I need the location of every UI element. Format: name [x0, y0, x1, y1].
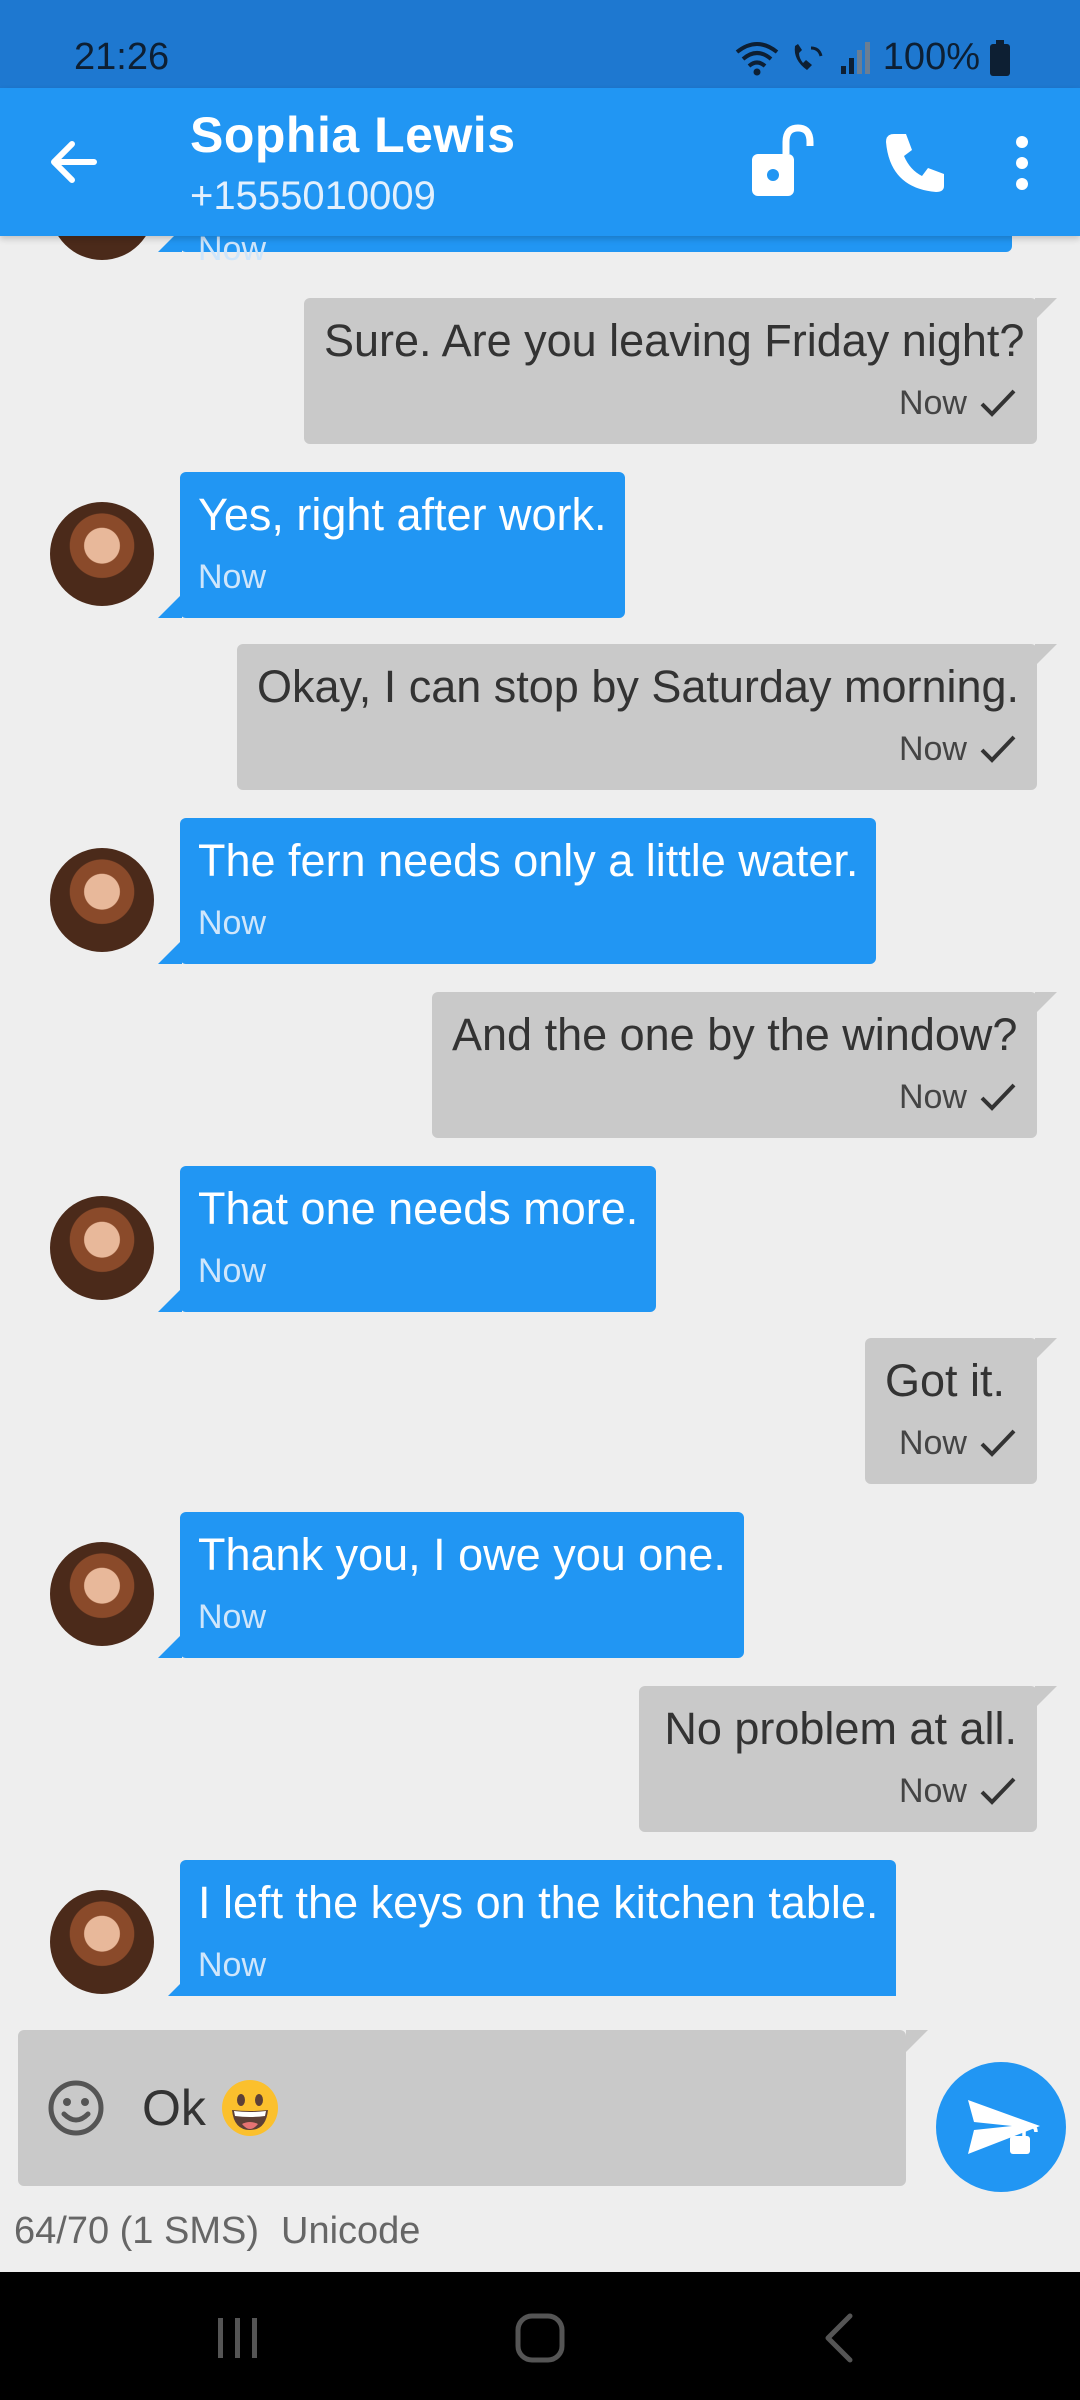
status-bar: 21:26 100% [0, 0, 1080, 88]
compose-box[interactable]: Ok [18, 2030, 928, 2186]
contact-avatar[interactable] [50, 1196, 154, 1300]
smiley-icon [48, 2080, 104, 2136]
message-time: Now [898, 1424, 967, 1462]
check-icon [980, 389, 1016, 417]
encryption-button[interactable] [748, 124, 814, 200]
signal-icon [840, 41, 870, 74]
contact-name[interactable]: Sophia Lewis [190, 106, 516, 164]
send-icon [968, 2100, 1040, 2154]
check-icon [980, 1777, 1016, 1805]
message-time: Now [198, 1946, 267, 1984]
more-options-button[interactable] [1000, 128, 1044, 198]
message-incoming[interactable]: Thank you, I owe you one. Now [158, 1512, 744, 1658]
battery-percent: 100% [882, 36, 980, 78]
message-text: Sure. Are you leaving Friday night? [324, 315, 1025, 366]
message-time: Now [198, 904, 267, 942]
message-outgoing[interactable]: And the one by the window? Now [432, 992, 1057, 1138]
sms-count: 64/70 (1 SMS) [14, 2210, 259, 2252]
home-icon [515, 2313, 565, 2363]
message-time: Now [898, 730, 967, 768]
message-meta: Now [452, 1070, 1017, 1124]
message-incoming[interactable]: Yes, right after work. Now [158, 472, 625, 618]
message-text: The fern needs only a little water. [198, 835, 859, 886]
message-input[interactable]: Ok [142, 2070, 842, 2146]
more-vertical-icon [1016, 136, 1028, 190]
app-bar: Sophia Lewis +1555010009 [0, 88, 1080, 236]
message-meta: Now [324, 376, 1017, 430]
message-incoming[interactable]: That one needs more. Now [157, 1166, 657, 1312]
arrow-left-icon [51, 141, 97, 183]
message-time: Now [198, 1252, 267, 1290]
grinning-emoji [220, 2078, 280, 2138]
message-meta: Now [885, 1416, 1017, 1470]
send-button[interactable] [936, 2062, 1066, 2192]
message-time: Now [198, 558, 267, 596]
message-outgoing[interactable]: Okay, I can stop by Saturday morning. No… [237, 644, 1057, 790]
message-outgoing[interactable]: No problem at all. Now [639, 1686, 1057, 1832]
home-button[interactable] [510, 2310, 570, 2366]
message-text: No problem at all. [664, 1703, 1017, 1754]
message-text: Thank you, I owe you one. [198, 1529, 726, 1580]
system-nav-bar [0, 2272, 1080, 2400]
call-button[interactable] [880, 128, 950, 198]
message-outgoing[interactable]: Got it. Now [865, 1338, 1057, 1484]
check-icon [980, 1429, 1016, 1457]
check-icon [980, 1083, 1016, 1111]
message-incoming[interactable]: Now [158, 236, 1012, 268]
message-text: Okay, I can stop by Saturday morning. [257, 661, 1020, 712]
conversation-list[interactable]: Now Sure. Are you leaving Friday night? … [0, 236, 1080, 1996]
message-meta: Now [257, 722, 1017, 776]
lock-open-icon [752, 124, 814, 196]
contact-avatar[interactable] [50, 1542, 154, 1646]
message-text: And the one by the window? [452, 1009, 1018, 1060]
encoding-label: Unicode [281, 2210, 421, 2252]
contact-avatar[interactable] [50, 1890, 154, 1994]
message-meta: Now [659, 1764, 1017, 1818]
message-incoming[interactable]: I left the keys on the kitchen table. No… [157, 1860, 897, 1996]
message-text: I left the keys on the kitchen table. [198, 1877, 879, 1928]
contact-number: +1555010009 [190, 174, 436, 218]
phone-icon [886, 134, 944, 192]
back-nav-button[interactable] [812, 2310, 872, 2366]
message-time: Now [898, 1772, 967, 1810]
back-nav-icon [825, 2313, 853, 2363]
wifi-calling-icon [794, 43, 823, 70]
message-time: Now [898, 1078, 967, 1116]
message-text: That one needs more. [198, 1183, 639, 1234]
status-icons: 100% [735, 36, 1010, 79]
contact-avatar[interactable] [50, 236, 154, 260]
message-time: Now [198, 1598, 267, 1636]
wifi-icon [735, 41, 779, 75]
message-outgoing[interactable]: Sure. Are you leaving Friday night? Now [304, 298, 1057, 444]
recents-icon [218, 2318, 257, 2358]
character-counter: 64/70 (1 SMS) Unicode [14, 2210, 420, 2253]
message-text: Got it. [885, 1355, 1006, 1406]
recents-button[interactable] [208, 2310, 268, 2366]
emoji-button[interactable] [46, 2078, 106, 2138]
message-text: Yes, right after work. [198, 489, 607, 540]
message-input-text: Ok [142, 2080, 206, 2136]
back-button[interactable] [44, 132, 104, 192]
message-time: Now [198, 236, 267, 268]
message-incoming[interactable]: The fern needs only a little water. Now [157, 818, 877, 964]
check-icon [980, 735, 1016, 763]
contact-avatar[interactable] [50, 848, 154, 952]
status-time: 21:26 [74, 36, 170, 78]
battery-icon [990, 39, 1010, 76]
contact-avatar[interactable] [50, 502, 154, 606]
message-time: Now [898, 384, 967, 422]
